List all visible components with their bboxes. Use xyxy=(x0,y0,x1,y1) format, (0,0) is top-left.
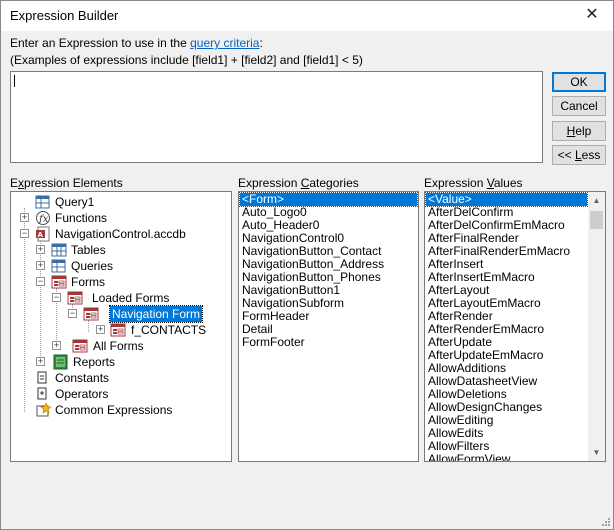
help-label-rest: elp xyxy=(575,124,592,138)
tree-item-label-selected: Navigation Form xyxy=(108,305,204,323)
less-button[interactable]: << Less xyxy=(552,145,606,165)
elements-label-pre: E xyxy=(10,176,19,190)
ok-button[interactable]: OK xyxy=(552,72,606,92)
values-label-post: alues xyxy=(493,176,523,190)
scroll-thumb[interactable] xyxy=(590,211,603,229)
elements-label-post: pression Elements xyxy=(24,176,123,190)
expression-builder-dialog: Expression Builder ✕ Enter an Expression… xyxy=(0,0,614,530)
expand-icon[interactable]: + xyxy=(36,245,45,254)
tree-item-label: Tables xyxy=(71,243,106,257)
examples-text: (Examples of expressions include [field1… xyxy=(10,53,363,67)
query-criteria-link[interactable]: query criteria xyxy=(190,36,259,50)
tree-item-label: Functions xyxy=(55,211,108,225)
collapse-icon[interactable]: − xyxy=(36,277,45,286)
value-item[interactable]: AllowFormView xyxy=(426,453,510,462)
expression-categories-label: Expression Categories xyxy=(238,176,359,190)
tree-item-label: Loaded Forms xyxy=(92,291,170,305)
title-bar: Expression Builder ✕ xyxy=(1,1,613,31)
database-icon: A xyxy=(35,226,51,242)
expression-elements-tree[interactable]: Query1 + fx Functions − A NavigationCont… xyxy=(10,191,232,462)
collapse-icon[interactable]: − xyxy=(68,309,77,318)
report-icon xyxy=(53,354,69,370)
form-icon xyxy=(83,306,99,322)
query-icon xyxy=(51,258,67,274)
constant-icon xyxy=(35,370,51,386)
text-caret xyxy=(14,75,15,87)
form-icon xyxy=(72,338,88,354)
intro-prefix: Enter an Expression to use in the xyxy=(10,36,191,50)
tree-item-label: Queries xyxy=(71,259,114,273)
form-icon xyxy=(67,290,83,306)
tree-line xyxy=(24,208,25,412)
resize-grip-icon[interactable] xyxy=(599,515,611,527)
tree-item-label: Common Expressions xyxy=(55,403,173,417)
categories-label-pre: Expression xyxy=(238,176,301,190)
window-title: Expression Builder xyxy=(10,8,119,23)
values-scrollbar[interactable]: ▲ ▼ xyxy=(588,192,605,461)
values-label-pre: Expression xyxy=(424,176,487,190)
collapse-icon[interactable]: − xyxy=(52,293,61,302)
svg-text:fx: fx xyxy=(38,214,49,225)
query-icon xyxy=(35,194,51,210)
values-label-mnemonic: V xyxy=(486,176,494,190)
less-label-rest: ess xyxy=(581,148,601,162)
form-icon xyxy=(110,322,126,338)
tree-item-label: Constants xyxy=(55,371,110,385)
tree-item-label: Operators xyxy=(55,387,109,401)
table-icon xyxy=(51,242,67,258)
expression-elements-label: Expression Elements xyxy=(10,176,123,190)
svg-text:A: A xyxy=(38,231,44,239)
category-item[interactable]: FormFooter xyxy=(240,336,305,349)
tree-item-label: Reports xyxy=(73,355,116,369)
less-prefix: << xyxy=(557,148,575,162)
close-icon[interactable]: ✕ xyxy=(583,5,601,25)
expand-icon[interactable]: + xyxy=(36,261,45,270)
expression-values-label: Expression Values xyxy=(424,176,523,190)
expand-icon[interactable]: + xyxy=(96,325,105,334)
expand-icon[interactable]: + xyxy=(36,357,45,366)
form-icon xyxy=(51,274,67,290)
function-icon: fx xyxy=(35,210,51,226)
tree-item-label: f_CONTACTS xyxy=(131,323,207,337)
less-mnemonic: L xyxy=(574,148,582,162)
expression-values-list[interactable]: <Value> AfterDelConfirm AfterDelConfirmE… xyxy=(424,191,606,462)
help-button[interactable]: Help xyxy=(552,121,606,141)
tree-item-label: Forms xyxy=(71,275,105,289)
tree-item-label: Query1 xyxy=(55,195,95,209)
operator-icon xyxy=(35,386,51,402)
tree-item-label: NavigationControl.accdb xyxy=(55,227,186,241)
cancel-button[interactable]: Cancel xyxy=(552,96,606,116)
expand-icon[interactable]: + xyxy=(52,341,61,350)
expand-icon[interactable]: + xyxy=(20,213,29,222)
tree-line xyxy=(40,240,41,362)
intro-suffix: : xyxy=(259,36,263,50)
collapse-icon[interactable]: − xyxy=(20,229,29,238)
intro-text: Enter an Expression to use in the query … xyxy=(10,36,263,50)
categories-label-post: ategories xyxy=(309,176,359,190)
expression-categories-list[interactable]: <Form> Auto_Logo0 Auto_Header0 Navigatio… xyxy=(238,191,419,462)
expression-input[interactable] xyxy=(10,71,543,163)
common-expression-icon xyxy=(35,402,52,418)
scroll-up-arrow-icon[interactable]: ▲ xyxy=(588,192,605,209)
scroll-down-arrow-icon[interactable]: ▼ xyxy=(588,444,605,461)
tree-item-label: All Forms xyxy=(93,339,144,353)
